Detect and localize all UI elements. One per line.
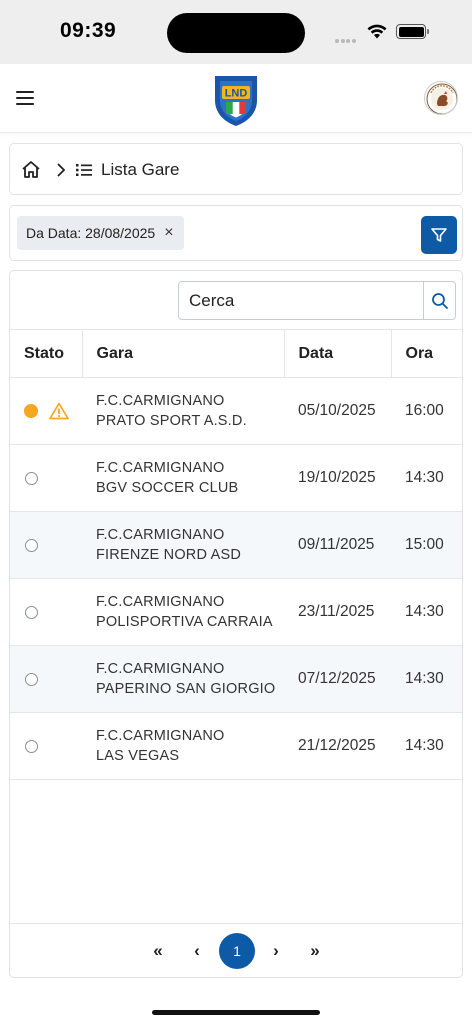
- time-cell: 14:30: [391, 712, 462, 780]
- status-cell: [10, 511, 82, 579]
- home-team: F.C.CARMIGNANO: [96, 594, 225, 610]
- home-team: F.C.CARMIGNANO: [96, 661, 225, 677]
- match-cell: F.C.CARMIGNANO PRATO SPORT A.S.D.: [82, 377, 284, 445]
- prev-page-button[interactable]: ‹: [179, 933, 215, 969]
- table-header-row: Stato Gara Data Ora: [10, 329, 462, 378]
- search-button[interactable]: [423, 282, 455, 319]
- table-row[interactable]: F.C.CARMIGNANO PRATO SPORT A.S.D. 05/10/…: [10, 377, 462, 445]
- table-row[interactable]: F.C.CARMIGNANO FIRENZE NORD ASD 09/11/20…: [10, 511, 462, 579]
- status-cell: [10, 712, 82, 780]
- date-cell: 23/11/2025: [284, 578, 391, 646]
- date-cell: 05/10/2025: [284, 377, 391, 445]
- search-input[interactable]: [179, 282, 423, 319]
- away-team: BGV SOCCER CLUB: [96, 480, 239, 496]
- wifi-icon: [367, 24, 387, 39]
- warning-icon[interactable]: [49, 402, 69, 420]
- home-icon[interactable]: [21, 160, 41, 179]
- status-radio[interactable]: [25, 672, 38, 686]
- status-radio[interactable]: [25, 739, 38, 753]
- match-cell: F.C.CARMIGNANO FIRENZE NORD ASD: [82, 511, 284, 579]
- status-cell: [10, 578, 82, 646]
- menu-icon[interactable]: [16, 91, 34, 105]
- status-radio[interactable]: [25, 605, 38, 619]
- filter-bar: Da Data: 28/08/2025 ×: [9, 205, 463, 261]
- home-indicator: [152, 1010, 320, 1015]
- table-row[interactable]: F.C.CARMIGNANO POLISPORTIVA CARRAIA 23/1…: [10, 578, 462, 646]
- breadcrumb-current: Lista Gare: [101, 160, 180, 179]
- signal-icon: [335, 30, 357, 48]
- first-page-button[interactable]: «: [140, 933, 176, 969]
- status-dot-active: [24, 404, 38, 418]
- match-cell: F.C.CARMIGNANO BGV SOCCER CLUB: [82, 444, 284, 512]
- status-radio[interactable]: [25, 538, 38, 552]
- next-page-button[interactable]: ›: [258, 933, 294, 969]
- date-cell: 09/11/2025: [284, 511, 391, 579]
- dynamic-island: [167, 13, 305, 53]
- page-button-current[interactable]: 1: [219, 933, 255, 969]
- pager-divider: [10, 923, 462, 924]
- away-team: PAPERINO SAN GIORGIO: [96, 681, 276, 697]
- date-filter-chip-label: Da Data: 28/08/2025: [26, 225, 156, 241]
- battery-icon: [396, 24, 429, 39]
- status-cell: [10, 444, 82, 512]
- home-team: F.C.CARMIGNANO: [96, 460, 225, 476]
- date-filter-chip[interactable]: Da Data: 28/08/2025 ×: [17, 216, 184, 250]
- date-cell: 21/12/2025: [284, 712, 391, 780]
- column-header-data[interactable]: Data: [283, 329, 391, 378]
- status-radio[interactable]: [25, 471, 38, 485]
- club-crest-icon: [426, 83, 457, 114]
- column-header-gara[interactable]: Gara: [81, 329, 284, 378]
- home-team: F.C.CARMIGNANO: [96, 728, 225, 744]
- away-team: FIRENZE NORD ASD: [96, 547, 241, 563]
- match-cell: F.C.CARMIGNANO LAS VEGAS: [82, 712, 284, 780]
- close-icon[interactable]: ×: [164, 224, 173, 242]
- lnd-logo: LND: [215, 76, 257, 126]
- filter-button[interactable]: [421, 216, 457, 254]
- breadcrumb: Lista Gare: [9, 143, 463, 195]
- column-header-ora[interactable]: Ora: [390, 329, 462, 378]
- time-cell: 14:30: [391, 645, 462, 713]
- app-header: LND: [0, 64, 472, 133]
- away-team: PRATO SPORT A.S.D.: [96, 413, 247, 429]
- status-cell: [10, 377, 82, 445]
- matches-table: Stato Gara Data Ora F.C.CARMIGNANO PRATO…: [10, 329, 462, 780]
- away-team: POLISPORTIVA CARRAIA: [96, 614, 273, 630]
- status-bar: 09:39: [0, 0, 472, 64]
- column-header-stato[interactable]: Stato: [10, 329, 82, 378]
- status-cell: [10, 645, 82, 713]
- date-cell: 19/10/2025: [284, 444, 391, 512]
- time-cell: 14:30: [391, 444, 462, 512]
- last-page-button[interactable]: »: [297, 933, 333, 969]
- chevron-right-icon: [57, 163, 66, 177]
- match-cell: F.C.CARMIGNANO POLISPORTIVA CARRAIA: [82, 578, 284, 646]
- table-row[interactable]: F.C.CARMIGNANO PAPERINO SAN GIORGIO 07/1…: [10, 645, 462, 713]
- time-cell: 15:00: [391, 511, 462, 579]
- club-avatar[interactable]: [424, 81, 458, 115]
- match-cell: F.C.CARMIGNANO PAPERINO SAN GIORGIO: [82, 645, 284, 713]
- time-cell: 14:30: [391, 578, 462, 646]
- time-cell: 16:00: [391, 377, 462, 445]
- matches-table-card: Stato Gara Data Ora F.C.CARMIGNANO PRATO…: [9, 270, 463, 978]
- home-team: F.C.CARMIGNANO: [96, 527, 225, 543]
- list-icon: [76, 164, 92, 176]
- pagination: « ‹ 1 › »: [10, 933, 462, 969]
- table-row[interactable]: F.C.CARMIGNANO BGV SOCCER CLUB 19/10/202…: [10, 444, 462, 512]
- logo-text: LND: [225, 88, 248, 100]
- filter-icon: [431, 228, 447, 242]
- home-team: F.C.CARMIGNANO: [96, 393, 225, 409]
- status-time: 09:39: [60, 19, 117, 42]
- search-icon: [431, 292, 448, 309]
- table-row[interactable]: F.C.CARMIGNANO LAS VEGAS 21/12/2025 14:3…: [10, 712, 462, 780]
- search-box: [178, 281, 456, 320]
- away-team: LAS VEGAS: [96, 748, 180, 764]
- date-cell: 07/12/2025: [284, 645, 391, 713]
